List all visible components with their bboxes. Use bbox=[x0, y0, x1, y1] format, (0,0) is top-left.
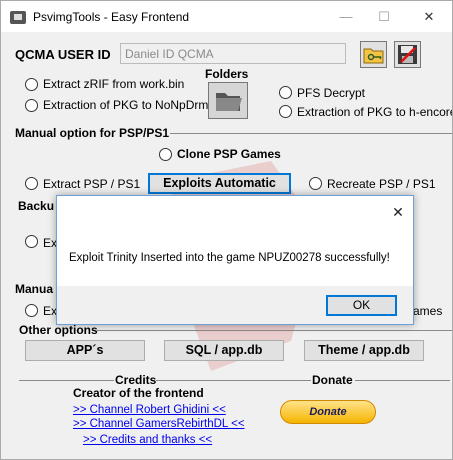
radio-hidden-option-1[interactable] bbox=[25, 235, 38, 248]
label-clone-psp-games: Clone PSP Games bbox=[177, 147, 281, 161]
apps-button[interactable]: APP´s bbox=[25, 340, 145, 361]
label-extract-pkg-hencore: Extraction of PKG to h-encore bbox=[297, 105, 453, 119]
label-hidden-games: ames bbox=[413, 304, 443, 318]
radio-hidden-option-2[interactable] bbox=[25, 304, 38, 317]
radio-extract-zrif[interactable] bbox=[25, 78, 38, 91]
link-channel-robert-ghidini[interactable]: >> Channel Robert Ghidini << bbox=[73, 404, 226, 416]
save-disk-icon bbox=[398, 45, 417, 64]
qcma-user-id-input[interactable] bbox=[120, 43, 346, 64]
other-options-heading: Other options bbox=[19, 323, 98, 337]
qcma-user-id-label: QCMA USER ID bbox=[15, 47, 111, 62]
link-credits-and-thanks[interactable]: >> Credits and thanks << bbox=[83, 434, 212, 446]
donate-heading: Donate bbox=[312, 373, 353, 387]
label-pfs-decrypt: PFS Decrypt bbox=[297, 86, 366, 100]
link-channel-gamersrebirthdl[interactable]: >> Channel GamersRebirthDL << bbox=[73, 418, 245, 430]
label-extract-psp-ps1: Extract PSP / PS1 bbox=[43, 177, 141, 191]
app-icon bbox=[10, 11, 26, 24]
manual-psp-heading: Manual option for PSP/PS1 bbox=[15, 126, 170, 140]
message-dialog: ✕ Exploit Trinity Inserted into the game… bbox=[56, 195, 414, 325]
maximize-button[interactable]: ☐ bbox=[374, 7, 394, 27]
save-button[interactable] bbox=[394, 41, 421, 68]
label-hidden-option-1: Ex bbox=[43, 236, 58, 250]
section-divider bbox=[355, 380, 450, 381]
radio-extract-pkg-hencore[interactable] bbox=[279, 105, 292, 118]
manual-heading-2: Manua bbox=[15, 282, 54, 296]
main-window: PsvimgTools - Easy Frontend — ☐ ✕ QCMA U… bbox=[0, 0, 453, 460]
label-recreate-psp-ps1: Recreate PSP / PS1 bbox=[327, 177, 436, 191]
folder-icon bbox=[216, 93, 242, 111]
section-divider bbox=[19, 380, 114, 381]
radio-pfs-decrypt[interactable] bbox=[279, 86, 292, 99]
dialog-message: Exploit Trinity Inserted into the game N… bbox=[69, 252, 390, 264]
backup-heading: Backu bbox=[18, 199, 55, 213]
window-title: PsvimgTools - Easy Frontend bbox=[33, 10, 190, 24]
dialog-close-button[interactable]: ✕ bbox=[388, 202, 408, 222]
label-extract-pkg-nonpdrm: Extraction of PKG to NoNpDrm bbox=[43, 98, 209, 112]
radio-recreate-psp-ps1[interactable] bbox=[309, 177, 322, 190]
ok-button[interactable]: OK bbox=[326, 295, 397, 316]
title-bar: PsvimgTools - Easy Frontend — ☐ ✕ bbox=[1, 1, 452, 32]
credits-heading: Credits bbox=[115, 373, 157, 387]
open-folders-button[interactable] bbox=[208, 82, 248, 119]
folders-label: Folders bbox=[205, 67, 249, 81]
open-folder-button[interactable] bbox=[360, 41, 387, 68]
folder-key-icon bbox=[363, 48, 384, 64]
exploits-automatic-button[interactable]: Exploits Automatic bbox=[148, 173, 291, 194]
donate-button[interactable]: Donate bbox=[280, 400, 376, 424]
sql-app-db-button[interactable]: SQL / app.db bbox=[164, 340, 284, 361]
close-button[interactable]: ✕ bbox=[419, 7, 439, 27]
creator-label: Creator of the frontend bbox=[73, 386, 204, 400]
dialog-footer: OK bbox=[57, 286, 413, 324]
radio-extract-psp-ps1[interactable] bbox=[25, 177, 38, 190]
radio-extract-pkg-nonpdrm[interactable] bbox=[25, 99, 38, 112]
section-divider bbox=[97, 330, 452, 331]
label-extract-zrif: Extract zRIF from work.bin bbox=[43, 77, 185, 91]
minimize-button[interactable]: — bbox=[336, 7, 356, 27]
label-hidden-option-2: Ex bbox=[43, 304, 58, 318]
section-divider bbox=[170, 133, 452, 134]
section-divider bbox=[156, 380, 311, 381]
radio-clone-psp-games[interactable] bbox=[159, 148, 172, 161]
theme-app-db-button[interactable]: Theme / app.db bbox=[304, 340, 424, 361]
